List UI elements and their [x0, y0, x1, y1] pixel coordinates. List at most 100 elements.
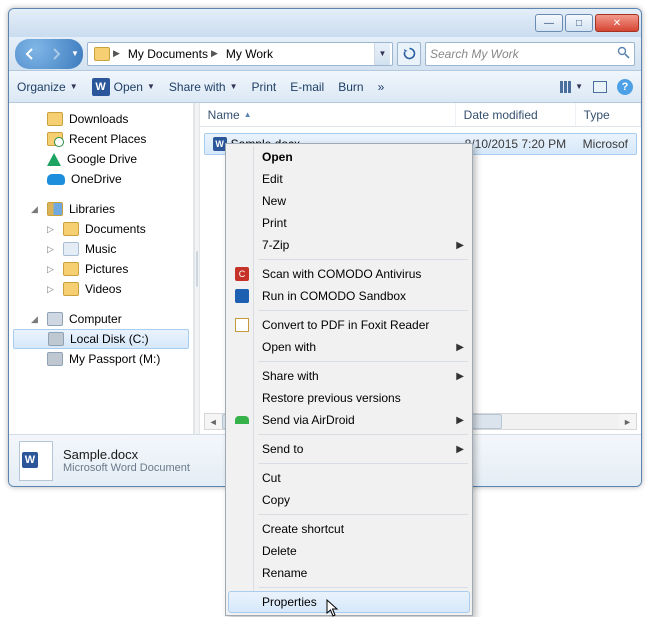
maximize-button[interactable]: □ — [565, 14, 593, 32]
menu-open[interactable]: Open — [228, 146, 470, 168]
computer-icon — [47, 312, 63, 326]
menu-print[interactable]: Print — [228, 212, 470, 234]
forward-button[interactable] — [43, 41, 69, 67]
view-options[interactable]: ▼ — [560, 81, 583, 93]
folder-icon — [94, 47, 110, 61]
disclosure-icon[interactable]: ◢ — [31, 314, 41, 325]
file-date: 8/10/2015 7:20 PM — [465, 137, 566, 151]
menu-foxit[interactable]: Convert to PDF in Foxit Reader — [228, 314, 470, 336]
music-icon — [63, 242, 79, 256]
disk-icon — [48, 332, 64, 346]
foxit-icon — [235, 318, 249, 332]
videos-icon — [63, 282, 79, 296]
context-menu: Open Edit New Print 7-Zip▶ CScan with CO… — [225, 143, 473, 616]
tree-my-passport[interactable]: My Passport (M:) — [9, 349, 193, 369]
onedrive-icon — [47, 174, 65, 185]
menu-new[interactable]: New — [228, 190, 470, 212]
details-filename: Sample.docx — [63, 447, 190, 462]
menu-rename[interactable]: Rename — [228, 562, 470, 584]
menu-properties[interactable]: Properties — [228, 591, 470, 613]
menu-create-shortcut[interactable]: Create shortcut — [228, 518, 470, 540]
menu-edit[interactable]: Edit — [228, 168, 470, 190]
menu-share-with[interactable]: Share with▶ — [228, 365, 470, 387]
address-bar[interactable]: ▶ My Documents▶ My Work ▼ — [87, 42, 393, 66]
disclosure-icon[interactable]: ◢ — [31, 204, 41, 215]
minimize-button[interactable]: ― — [535, 14, 563, 32]
word-document-icon — [19, 441, 53, 481]
nav-back-forward: ▼ — [15, 39, 83, 69]
submenu-arrow-icon: ▶ — [456, 342, 464, 353]
google-drive-icon — [47, 153, 61, 166]
tree-pictures[interactable]: ▷Pictures — [9, 259, 193, 279]
overflow-menu[interactable]: » — [378, 80, 386, 94]
submenu-arrow-icon: ▶ — [456, 444, 464, 455]
tree-downloads[interactable]: Downloads — [9, 109, 193, 129]
command-bar: Organize▼ WOpen▼ Share with▼ Print E-mai… — [9, 71, 641, 103]
submenu-arrow-icon: ▶ — [456, 415, 464, 426]
disclosure-icon[interactable]: ▷ — [47, 224, 57, 235]
folder-icon — [47, 112, 63, 126]
column-type[interactable]: Type — [576, 103, 641, 126]
print-button[interactable]: Print — [252, 80, 277, 94]
menu-run-sandbox[interactable]: Run in COMODO Sandbox — [228, 285, 470, 307]
comodo-icon: C — [235, 267, 249, 281]
pictures-icon — [63, 262, 79, 276]
email-button[interactable]: E-mail — [290, 80, 324, 94]
address-dropdown[interactable]: ▼ — [374, 43, 390, 65]
open-menu[interactable]: WOpen▼ — [92, 78, 155, 96]
organize-menu[interactable]: Organize▼ — [17, 80, 78, 94]
tree-google-drive[interactable]: Google Drive — [9, 149, 193, 169]
tree-computer[interactable]: ◢Computer — [9, 309, 193, 329]
close-button[interactable]: ✕ — [595, 14, 639, 32]
recent-places-icon — [47, 132, 63, 146]
burn-button[interactable]: Burn — [338, 80, 363, 94]
libraries-icon — [47, 202, 63, 216]
tree-music[interactable]: ▷Music — [9, 239, 193, 259]
column-headers: Name▲ Date modified Type — [200, 103, 641, 127]
search-input[interactable]: Search My Work — [425, 42, 635, 66]
back-button[interactable] — [17, 41, 43, 67]
tree-onedrive[interactable]: OneDrive — [9, 169, 193, 189]
titlebar: ― □ ✕ — [9, 9, 641, 37]
disclosure-icon[interactable]: ▷ — [47, 264, 57, 275]
scroll-left-button[interactable]: ◄ — [205, 414, 222, 429]
disclosure-icon[interactable]: ▷ — [47, 244, 57, 255]
menu-copy[interactable]: Copy — [228, 489, 470, 511]
documents-icon — [63, 222, 79, 236]
nav-history-dropdown[interactable]: ▼ — [69, 49, 81, 58]
refresh-button[interactable] — [397, 42, 421, 66]
breadcrumb-segment[interactable]: My Documents — [128, 47, 208, 61]
column-date[interactable]: Date modified — [456, 103, 576, 126]
disclosure-icon[interactable]: ▷ — [47, 284, 57, 295]
share-menu[interactable]: Share with▼ — [169, 80, 238, 94]
menu-send-to[interactable]: Send to▶ — [228, 438, 470, 460]
help-button[interactable]: ? — [617, 79, 633, 95]
menu-7zip[interactable]: 7-Zip▶ — [228, 234, 470, 256]
search-icon — [617, 46, 630, 62]
breadcrumb-segment[interactable]: My Work — [226, 47, 273, 61]
column-name[interactable]: Name▲ — [200, 103, 456, 126]
nav-row: ▼ ▶ My Documents▶ My Work ▼ Search My Wo… — [9, 37, 641, 71]
menu-scan-comodo[interactable]: CScan with COMODO Antivirus — [228, 263, 470, 285]
airdroid-icon — [235, 416, 249, 424]
disk-icon — [47, 352, 63, 366]
scroll-right-button[interactable]: ► — [619, 414, 636, 429]
submenu-arrow-icon: ▶ — [456, 240, 464, 251]
word-icon: W — [92, 78, 110, 96]
tree-videos[interactable]: ▷Videos — [9, 279, 193, 299]
preview-pane-toggle[interactable] — [593, 81, 607, 93]
tree-libraries[interactable]: ◢Libraries — [9, 199, 193, 219]
search-placeholder: Search My Work — [430, 47, 519, 61]
submenu-arrow-icon: ▶ — [456, 371, 464, 382]
comodo-sandbox-icon — [235, 289, 249, 303]
menu-cut[interactable]: Cut — [228, 467, 470, 489]
tree-documents[interactable]: ▷Documents — [9, 219, 193, 239]
tree-recent-places[interactable]: Recent Places — [9, 129, 193, 149]
details-filetype: Microsoft Word Document — [63, 462, 190, 474]
menu-restore-versions[interactable]: Restore previous versions — [228, 387, 470, 409]
menu-delete[interactable]: Delete — [228, 540, 470, 562]
file-type: Microsof — [583, 137, 628, 151]
menu-open-with[interactable]: Open with▶ — [228, 336, 470, 358]
menu-airdroid[interactable]: Send via AirDroid▶ — [228, 409, 470, 431]
tree-local-disk[interactable]: Local Disk (C:) — [13, 329, 189, 349]
